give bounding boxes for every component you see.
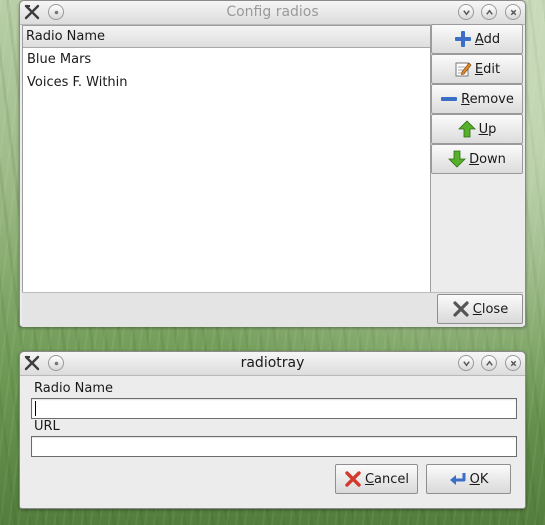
radio-name-label: Radio Name bbox=[34, 381, 114, 396]
maximize-button[interactable] bbox=[481, 355, 497, 371]
minus-icon bbox=[441, 97, 458, 101]
url-label: URL bbox=[34, 419, 60, 434]
chevron-up-icon bbox=[485, 360, 493, 366]
list-item[interactable]: Blue Mars bbox=[23, 48, 430, 71]
chevron-up-icon bbox=[485, 9, 493, 15]
close-x-icon bbox=[453, 301, 469, 317]
chevron-down-icon bbox=[462, 360, 470, 366]
cancel-button[interactable]: Cancel bbox=[335, 464, 418, 494]
close-window-button[interactable] bbox=[505, 355, 521, 371]
edit-button[interactable]: Edit bbox=[431, 54, 523, 84]
text-caret bbox=[35, 401, 36, 416]
close-button[interactable]: Close bbox=[437, 294, 523, 324]
config-titlebar[interactable]: Config radios bbox=[20, 1, 525, 25]
arrow-down-icon bbox=[448, 150, 467, 168]
edit-button-label: Edit bbox=[474, 61, 501, 77]
close-icon bbox=[510, 360, 516, 366]
add-button[interactable]: Add bbox=[431, 24, 523, 54]
column-header-radio-name[interactable]: Radio Name bbox=[23, 26, 430, 48]
radiotray-dialog: radiotray Radio Name URL Cancel OK bbox=[19, 351, 526, 509]
maximize-button[interactable] bbox=[481, 4, 497, 20]
remove-button-label: Remove bbox=[461, 91, 514, 107]
dialog-title: radiotray bbox=[240, 355, 305, 371]
list-item[interactable]: Voices F. Within bbox=[23, 71, 430, 94]
config-radios-window: Config radios Radio Name Blue Mars Voice… bbox=[19, 0, 526, 327]
radio-list[interactable]: Radio Name Blue Mars Voices F. Within bbox=[22, 25, 431, 293]
chevron-down-icon bbox=[462, 9, 470, 15]
down-button-label: Down bbox=[469, 151, 506, 167]
plus-icon bbox=[454, 31, 471, 47]
add-button-label: Add bbox=[474, 31, 501, 47]
config-bottom-bar: Close bbox=[22, 292, 523, 327]
window-title: Config radios bbox=[226, 4, 319, 20]
close-icon bbox=[510, 9, 516, 15]
cancel-button-label: Cancel bbox=[364, 471, 410, 487]
url-input[interactable] bbox=[31, 436, 517, 457]
close-window-button[interactable] bbox=[505, 4, 521, 20]
edit-icon bbox=[455, 62, 472, 77]
remove-button[interactable]: Remove bbox=[431, 84, 523, 114]
dialog-titlebar[interactable]: radiotray bbox=[20, 352, 525, 376]
arrow-up-icon bbox=[457, 120, 476, 138]
close-button-label: Close bbox=[472, 301, 509, 317]
ok-button-label: OK bbox=[469, 471, 489, 487]
up-button-label: Up bbox=[478, 121, 497, 137]
radio-name-input[interactable] bbox=[31, 398, 517, 419]
ok-button[interactable]: OK bbox=[426, 464, 511, 494]
cancel-icon bbox=[345, 471, 361, 487]
minimize-button[interactable] bbox=[458, 4, 474, 20]
minimize-button[interactable] bbox=[458, 355, 474, 371]
ok-icon bbox=[449, 473, 466, 485]
up-button[interactable]: Up bbox=[431, 114, 523, 144]
down-button[interactable]: Down bbox=[431, 144, 523, 174]
